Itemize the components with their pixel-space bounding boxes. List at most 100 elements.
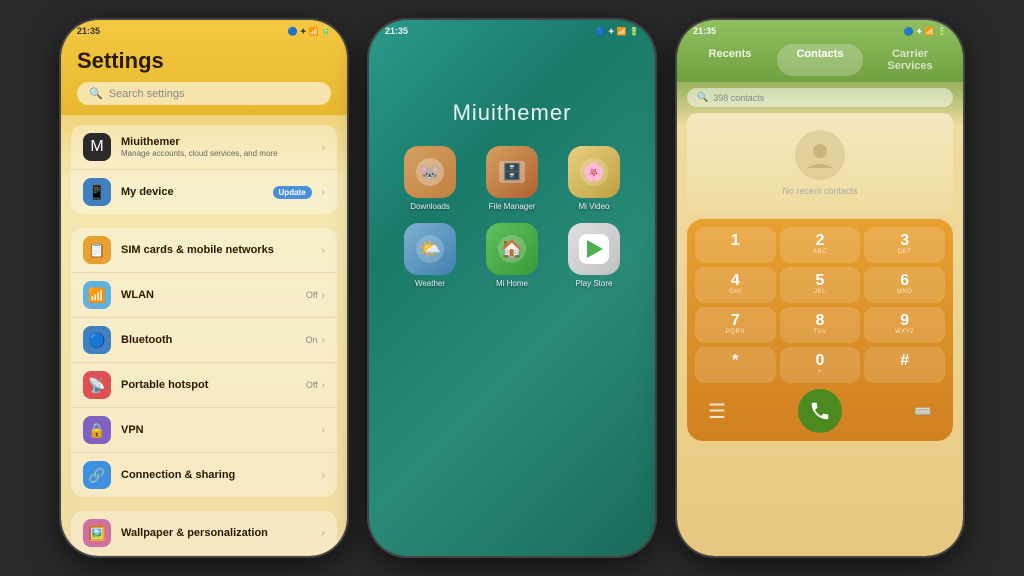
connection-item[interactable]: 🔗 Connection & sharing › [71, 453, 337, 497]
key-letters-hash [868, 369, 941, 377]
bluetooth-item[interactable]: 🔵 Bluetooth On › [71, 318, 337, 363]
status-bar-2: 21:35 🔵 ✦ 📶 🔋 [369, 20, 655, 42]
phone-settings: 21:35 🔵 ✦ 📶 🔋 Settings 🔍 Search settings… [59, 18, 349, 558]
key-letters-4: GHI [699, 289, 772, 297]
key-letters-6: MNO [868, 289, 941, 297]
key-num-6: 6 [868, 273, 941, 289]
account-icon: M [83, 133, 111, 161]
dialer-key-8[interactable]: 8 TUV [780, 307, 861, 343]
downloads-label: Downloads [410, 202, 450, 211]
vpn-item[interactable]: 🔒 VPN › [71, 408, 337, 453]
app-grid: 🐭 Downloads 🗄️ File Manager 🌸 Mi Video 🌤… [375, 146, 649, 288]
hotspot-icon: 📡 [83, 371, 111, 399]
phone-home: 21:35 🔵 ✦ 📶 🔋 Miuithemer 🐭 Downloads 🗄️ … [367, 18, 657, 558]
key-letters-0: + [784, 369, 857, 377]
key-num-8: 8 [784, 313, 857, 329]
device-chevron: › [322, 187, 325, 198]
contacts-search-icon: 🔍 [697, 92, 708, 103]
home-screen: 21:35 🔵 ✦ 📶 🔋 Miuithemer 🐭 Downloads 🗄️ … [369, 20, 655, 556]
dialer-key-5[interactable]: 5 JKL [780, 267, 861, 303]
app-mihome[interactable]: 🏠 Mi Home [477, 223, 547, 288]
hotspot-text: Portable hotspot [121, 379, 296, 391]
svg-text:🏠: 🏠 [501, 239, 523, 259]
wallpaper-item[interactable]: 🖼️ Wallpaper & personalization › [71, 511, 337, 556]
connection-icon: 🔗 [83, 461, 111, 489]
connection-chevron: › [322, 470, 325, 481]
bluetooth-text: Bluetooth [121, 334, 296, 346]
bluetooth-right: On › [306, 335, 325, 346]
account-text: Miuithemer Manage accounts, cloud servic… [121, 136, 312, 158]
wallpaper-chevron: › [322, 528, 325, 539]
app-playstore[interactable]: Play Store [559, 223, 629, 288]
wallpaper-text: Wallpaper & personalization [121, 527, 312, 539]
dialer-key-0[interactable]: 0 + [780, 347, 861, 383]
device-item[interactable]: 📱 My device Update › [71, 170, 337, 214]
tab-contacts[interactable]: Contacts [777, 44, 863, 76]
key-num-star: * [699, 353, 772, 369]
search-icon: 🔍 [89, 87, 103, 100]
app-filemanager[interactable]: 🗄️ File Manager [477, 146, 547, 211]
dialer-key-star[interactable]: * [695, 347, 776, 383]
wlan-right: Off › [306, 290, 325, 301]
app-mivideo[interactable]: 🌸 Mi Video [559, 146, 629, 211]
key-letters-8: TUV [784, 329, 857, 337]
key-letters-1 [699, 249, 772, 257]
key-num-hash: # [868, 353, 941, 369]
update-badge[interactable]: Update [273, 186, 312, 199]
dialer-keypad-toggle[interactable]: ⌨️ [905, 393, 941, 429]
vpn-chevron: › [322, 425, 325, 436]
wlan-text: WLAN [121, 289, 296, 301]
status-icons-1: 🔵 ✦ 📶 🔋 [288, 27, 331, 36]
contacts-avatar [795, 130, 845, 180]
status-time-3: 21:35 [693, 26, 716, 36]
display-section: 🖼️ Wallpaper & personalization › 🔐 Alway… [71, 511, 337, 556]
sim-chevron: › [322, 245, 325, 256]
account-chevron: › [322, 142, 325, 153]
connection-label: Connection & sharing [121, 469, 312, 481]
dialer-key-4[interactable]: 4 GHI [695, 267, 776, 303]
status-icons-2: 🔵 ✦ 📶 🔋 [596, 27, 639, 36]
svg-text:🌤️: 🌤️ [419, 239, 441, 259]
key-letters-2: ABC [784, 249, 857, 257]
wallpaper-icon: 🖼️ [83, 519, 111, 547]
dialer-bottom: ☰ ⌨️ [695, 389, 945, 433]
hotspot-item[interactable]: 📡 Portable hotspot Off › [71, 363, 337, 408]
sim-item[interactable]: 📋 SIM cards & mobile networks › [71, 228, 337, 273]
filemanager-icon: 🗄️ [486, 146, 538, 198]
dialer-key-6[interactable]: 6 MNO [864, 267, 945, 303]
dialer-key-9[interactable]: 9 WXYZ [864, 307, 945, 343]
sim-text: SIM cards & mobile networks [121, 244, 312, 256]
playstore-label: Play Store [576, 279, 613, 288]
search-placeholder: Search settings [109, 88, 185, 100]
account-item[interactable]: M Miuithemer Manage accounts, cloud serv… [71, 125, 337, 170]
status-time-2: 21:35 [385, 26, 408, 36]
wlan-item[interactable]: 📶 WLAN Off › [71, 273, 337, 318]
key-num-1: 1 [699, 233, 772, 249]
vpn-icon: 🔒 [83, 416, 111, 444]
dialer-key-3[interactable]: 3 DEF [864, 227, 945, 263]
dialer-key-2[interactable]: 2 ABC [780, 227, 861, 263]
dialer: 1 2 ABC 3 DEF 4 GHI 5 JKL [687, 219, 953, 441]
contacts-search-bar[interactable]: 🔍 398 contacts [687, 88, 953, 107]
tab-carrier[interactable]: Carrier Services [867, 44, 953, 76]
dialer-menu-button[interactable]: ☰ [699, 393, 735, 429]
app-weather[interactable]: 🌤️ Weather [395, 223, 465, 288]
dialer-key-hash[interactable]: # [864, 347, 945, 383]
key-num-4: 4 [699, 273, 772, 289]
status-bar-1: 21:35 🔵 ✦ 📶 🔋 [61, 20, 347, 42]
app-downloads[interactable]: 🐭 Downloads [395, 146, 465, 211]
dialer-key-1[interactable]: 1 [695, 227, 776, 263]
settings-title: Settings [77, 48, 331, 74]
home-title: Miuithemer [453, 100, 572, 126]
key-letters-3: DEF [868, 249, 941, 257]
device-label: My device [121, 186, 263, 198]
key-num-5: 5 [784, 273, 857, 289]
mihome-icon: 🏠 [486, 223, 538, 275]
status-icons-3: 🔵 ✦ 📶 🔋 [904, 27, 947, 36]
call-button[interactable] [798, 389, 842, 433]
key-letters-5: JKL [784, 289, 857, 297]
dialer-key-7[interactable]: 7 PQRS [695, 307, 776, 343]
weather-icon: 🌤️ [404, 223, 456, 275]
tab-recents[interactable]: Recents [687, 44, 773, 76]
settings-search-bar[interactable]: 🔍 Search settings [77, 82, 331, 105]
